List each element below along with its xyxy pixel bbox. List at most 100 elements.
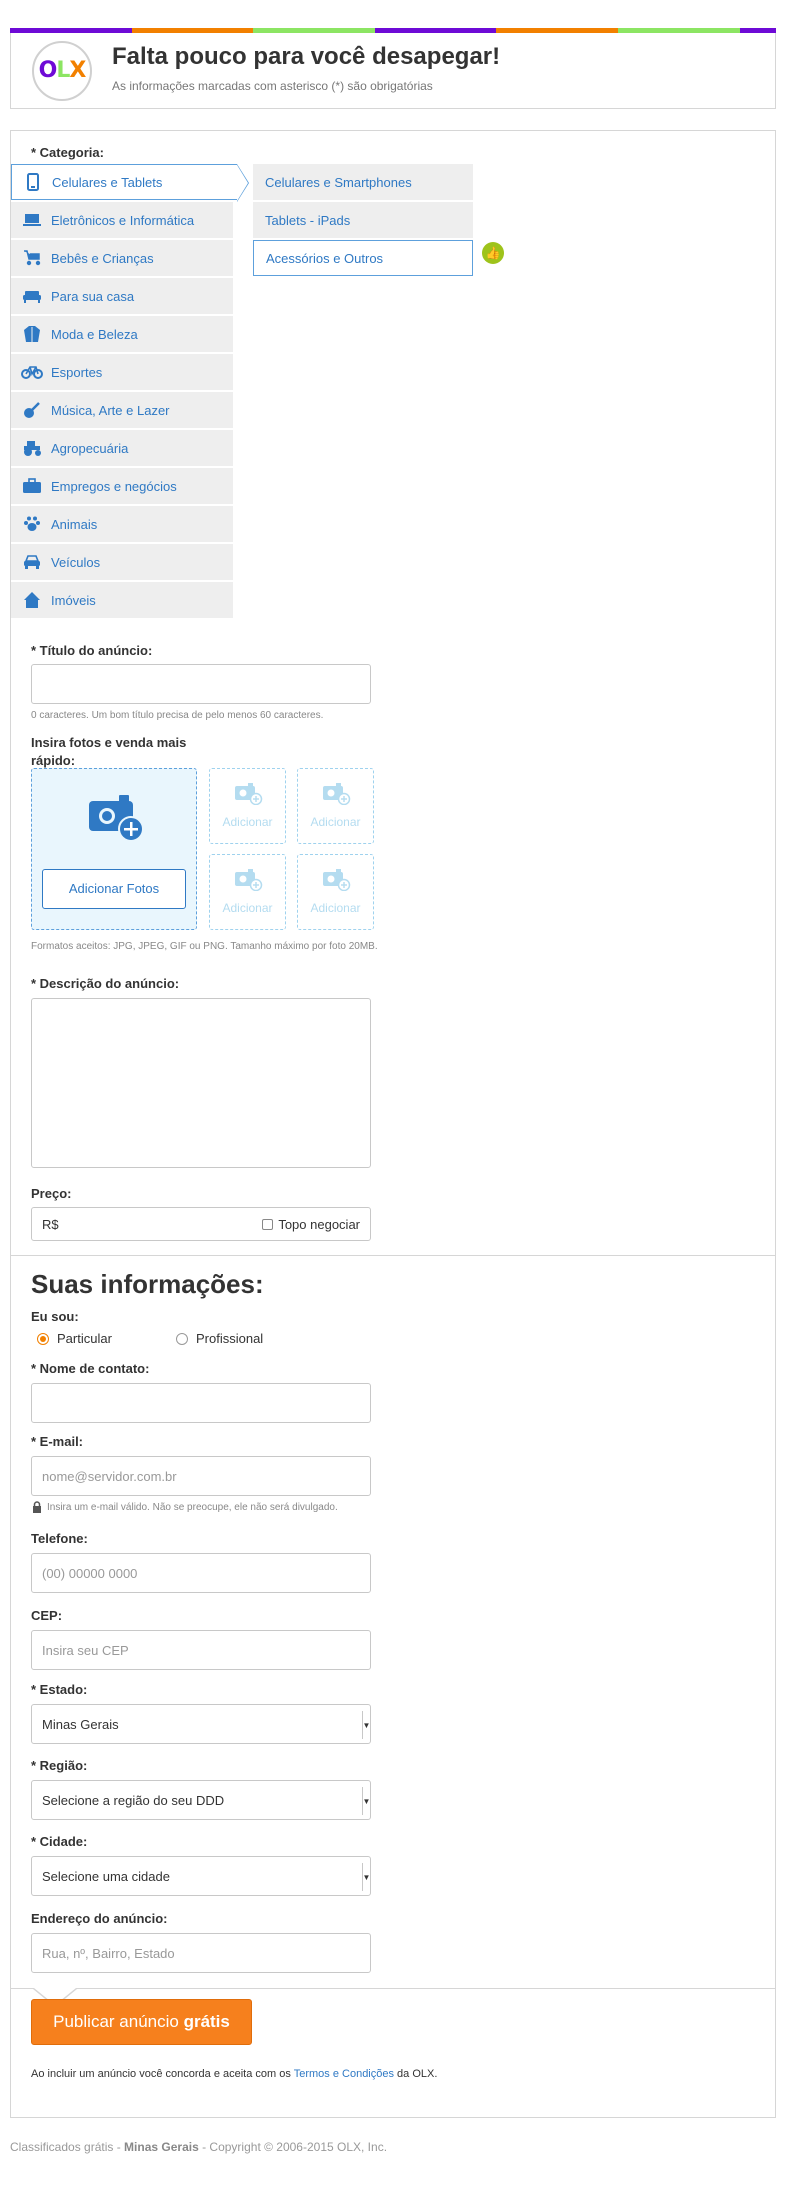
email-label: * E-mail:: [31, 1434, 84, 1449]
region-select[interactable]: Selecione a região do seu DDD ▼: [31, 1780, 371, 1820]
category-item-label: Música, Arte e Lazer: [51, 402, 170, 418]
state-select[interactable]: Minas Gerais ▼: [31, 1704, 371, 1744]
address-label: Endereço do anúncio:: [31, 1911, 168, 1926]
footer-copyright: - Copyright © 2006-2015 OLX, Inc.: [198, 2140, 388, 2154]
subcategory-item-tablets[interactable]: Tablets - iPads: [253, 202, 473, 238]
page-title: Falta pouco para você desapegar!: [112, 43, 501, 70]
thumbs-up-icon: 👍: [482, 242, 504, 264]
jacket-icon: [21, 325, 43, 343]
category-item-label: Veículos: [51, 554, 101, 570]
photo-slot[interactable]: Adicionar: [297, 854, 374, 930]
category-item-eletronicos[interactable]: Eletrônicos e Informática: [11, 202, 233, 238]
photos-help: Formatos aceitos: JPG, JPEG, GIF ou PNG.…: [31, 941, 378, 952]
cep-input[interactable]: [31, 1630, 371, 1670]
ad-form: * Categoria: Celulares e Tablets Eletrôn…: [10, 130, 776, 2118]
category-item-bebes[interactable]: Bebês e Crianças: [11, 240, 233, 276]
lock-icon: [32, 1501, 42, 1516]
category-item-label: Para sua casa: [51, 288, 135, 304]
briefcase-icon: [21, 477, 43, 495]
category-item-imoveis[interactable]: Imóveis: [11, 582, 233, 618]
radio-profissional[interactable]: Profissional: [176, 1331, 263, 1346]
subcategory-item-smartphones[interactable]: Celulares e Smartphones: [253, 164, 473, 200]
category-item-musica[interactable]: Música, Arte e Lazer: [11, 392, 233, 428]
negotiate-checkbox[interactable]: Topo negociar: [262, 1217, 360, 1232]
radio-label: Profissional: [196, 1331, 264, 1346]
category-item-label: Eletrônicos e Informática: [51, 212, 195, 228]
phone-label: Telefone:: [31, 1531, 88, 1546]
iam-label: Eu sou:: [31, 1309, 79, 1324]
laptop-icon: [21, 211, 43, 229]
category-item-animais[interactable]: Animais: [11, 506, 233, 542]
photo-slot-label: Adicionar: [310, 901, 361, 915]
mobile-phone-icon: [22, 173, 44, 191]
add-camera-icon: [235, 783, 263, 808]
photo-slot[interactable]: Adicionar: [209, 768, 286, 844]
photo-dropzone[interactable]: Adicionar Fotos: [31, 768, 197, 930]
price-field[interactable]: R$ Topo negociar: [31, 1207, 371, 1241]
publish-label: Publicar anúncio: [53, 2012, 184, 2031]
sofa-icon: [21, 287, 43, 305]
city-label: * Cidade:: [31, 1834, 88, 1849]
category-item-veiculos[interactable]: Veículos: [11, 544, 233, 580]
publish-label-bold: grátis: [183, 2012, 230, 2031]
section-divider: [11, 1255, 775, 1256]
photo-slot-label: Adicionar: [222, 901, 273, 915]
footer-pre: Classificados grátis -: [10, 2140, 125, 2154]
page-subtitle: As informações marcadas com asterisco (*…: [112, 79, 433, 93]
page-header: OLX Falta pouco para você desapegar! As …: [10, 33, 776, 109]
title-label: * Título do anúncio:: [31, 643, 153, 658]
title-input[interactable]: [31, 664, 371, 704]
logo-letter-o: O: [38, 58, 58, 83]
radio-dot[interactable]: [176, 1332, 188, 1345]
category-item-moda[interactable]: Moda e Beleza: [11, 316, 233, 352]
logo-letter-x: X: [69, 58, 86, 83]
section-divider: [11, 1988, 775, 1989]
house-icon: [21, 591, 43, 609]
city-select[interactable]: Selecione uma cidade ▼: [31, 1856, 371, 1896]
your-info-title: Suas informações:: [31, 1269, 264, 1299]
category-item-label: Imóveis: [51, 592, 96, 608]
category-item-empregos[interactable]: Empregos e negócios: [11, 468, 233, 504]
category-item-esportes[interactable]: Esportes: [11, 354, 233, 390]
category-item-agropecuaria[interactable]: Agropecuária: [11, 430, 233, 466]
add-camera-icon: [89, 795, 145, 846]
publish-button[interactable]: Publicar anúncio grátis: [31, 1999, 252, 2045]
contact-name-input[interactable]: [31, 1383, 371, 1423]
category-item-label: Agropecuária: [51, 440, 129, 456]
bicycle-icon: [21, 363, 43, 381]
subcategory-item-acessorios[interactable]: Acessórios e Outros: [253, 240, 473, 276]
radio-particular[interactable]: Particular: [37, 1331, 112, 1346]
guitar-icon: [21, 401, 43, 419]
terms-pre: Ao incluir um anúncio você concorda e ac…: [31, 2068, 294, 2080]
category-item-celulares[interactable]: Celulares e Tablets: [11, 164, 249, 202]
subcategory-item-label: Acessórios e Outros: [266, 250, 384, 266]
olx-logo[interactable]: OLX: [32, 41, 92, 101]
region-label: * Região:: [31, 1758, 88, 1773]
photos-label: Insira fotos e venda mais rápido:: [31, 735, 187, 768]
cep-label: CEP:: [31, 1608, 63, 1623]
category-item-casa[interactable]: Para sua casa: [11, 278, 233, 314]
email-input[interactable]: [31, 1456, 371, 1496]
contact-name-label: * Nome de contato:: [31, 1361, 150, 1376]
radio-label: Particular: [57, 1331, 112, 1346]
dropdown-arrow-icon: ▼: [362, 1711, 370, 1739]
radio-dot[interactable]: [37, 1332, 49, 1345]
add-camera-icon: [235, 869, 263, 894]
add-camera-icon: [323, 783, 351, 808]
logo-letter-l: L: [56, 58, 70, 83]
price-label: Preço:: [31, 1186, 72, 1201]
photo-slot[interactable]: Adicionar: [209, 854, 286, 930]
city-select-value: Selecione uma cidade: [42, 1868, 170, 1884]
description-textarea[interactable]: [31, 998, 371, 1168]
terms-post: da OLX.: [394, 2068, 438, 2080]
checkbox-box[interactable]: [262, 1219, 274, 1230]
terms-link[interactable]: Termos e Condições: [294, 2068, 394, 2080]
add-camera-icon: [323, 869, 351, 894]
negotiate-label: Topo negociar: [278, 1217, 360, 1232]
photo-slot[interactable]: Adicionar: [297, 768, 374, 844]
footer-state[interactable]: Minas Gerais: [124, 2140, 199, 2154]
add-photos-button[interactable]: Adicionar Fotos: [42, 869, 186, 909]
phone-input[interactable]: [31, 1553, 371, 1593]
address-input[interactable]: [31, 1933, 371, 1973]
region-select-value: Selecione a região do seu DDD: [42, 1792, 225, 1808]
